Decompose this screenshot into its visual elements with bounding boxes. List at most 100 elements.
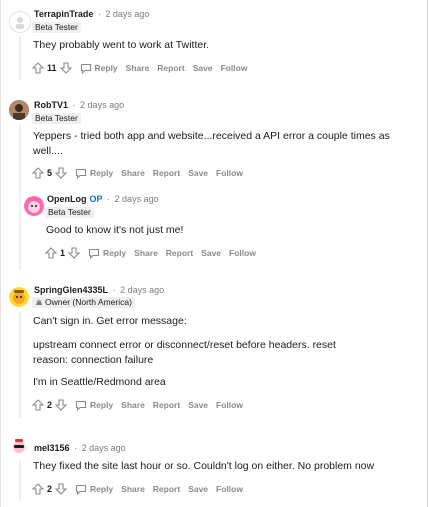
share-button[interactable]: Share [134,248,158,258]
downvote-button[interactable] [55,399,68,411]
comment-text: upstream connect error or disconnect/res… [33,339,336,366]
chat-bubble-icon [80,63,91,74]
thread-line[interactable] [19,36,21,80]
comment-meta: TerrapinTrade · 2 days ago [34,9,149,20]
downvote-button[interactable] [59,62,72,74]
comment-meta: RobTV1 · 2 days ago [34,100,124,111]
reply-button[interactable]: Reply [75,400,113,411]
author-name[interactable]: TerrapinTrade [34,9,93,19]
follow-button[interactable]: Follow [216,168,243,178]
downvote-button[interactable] [68,247,81,259]
separator-dot: · [107,194,111,204]
user-flair: Beta Tester [32,22,81,33]
follow-button[interactable]: Follow [229,248,256,258]
frame-right-border [427,0,428,507]
timestamp[interactable]: 2 days ago [115,194,159,204]
comment-actions: 5 Reply Share Report Save Follow [32,166,243,180]
author-name[interactable]: OpenLog [47,194,87,204]
comment-actions: 2 Reply Share Report Save Follow [32,482,243,496]
user-flair: Owner (North America) [32,297,135,308]
chat-bubble-icon [75,400,87,411]
save-button[interactable]: Save [188,484,208,494]
share-button[interactable]: Share [121,168,145,178]
comment-text: Yeppers - tried both app and website...r… [33,130,390,157]
author-name[interactable]: mel3156 [34,443,70,453]
save-button[interactable]: Save [201,248,221,258]
comment-actions: 11 Reply Share Report Save Follow [32,61,247,75]
upvote-button[interactable] [32,62,44,74]
downvote-button[interactable] [55,167,68,179]
share-button[interactable]: Share [121,400,145,410]
report-button[interactable]: Report [153,484,180,494]
reply-button[interactable]: Reply [75,168,113,179]
reply-label: Reply [94,63,118,73]
follow-button[interactable]: Follow [216,400,243,410]
reply-label: Reply [90,484,114,494]
op-badge: OP [89,194,103,204]
reply-button[interactable]: Reply [80,63,118,74]
report-button[interactable]: Report [153,168,180,178]
owner-badge-icon [35,298,43,306]
comment-meta: OpenLog OP · 2 days ago [47,194,159,205]
save-button[interactable]: Save [188,168,208,178]
avatar[interactable] [24,196,44,216]
vote-count: 11 [47,63,57,73]
reply-label: Reply [90,400,114,410]
timestamp[interactable]: 2 days ago [82,443,126,453]
comment-text: They probably went to work at Twitter. [33,39,210,51]
upvote-button[interactable] [32,167,44,179]
comment-actions: 1 Reply Share Report Save Follow [45,246,256,260]
user-flair: Beta Tester [45,207,94,218]
separator-dot: · [72,100,76,110]
follow-button[interactable]: Follow [216,484,243,494]
reply-button[interactable]: Reply [88,248,126,259]
vote-count: 1 [60,248,66,258]
reply-label: Reply [90,168,114,178]
comment-text: They fixed the site last hour or so. Cou… [33,460,375,472]
reply-label: Reply [103,248,127,258]
vote-count: 2 [47,400,53,410]
separator-dot: · [74,443,78,453]
comment-meta: mel3156 · 2 days ago [34,443,126,454]
frame-left-border [0,0,1,507]
thread-line[interactable] [19,312,21,418]
follow-button[interactable]: Follow [221,63,248,73]
thread-line[interactable] [19,125,21,270]
timestamp[interactable]: 2 days ago [120,285,164,295]
report-button[interactable]: Report [157,63,184,73]
upvote-button[interactable] [32,399,44,411]
separator-dot: · [97,9,101,19]
timestamp[interactable]: 2 days ago [105,9,149,19]
flair-label: Owner (North America) [45,297,132,307]
upvote-button[interactable] [32,483,44,495]
avatar[interactable] [9,436,29,456]
timestamp[interactable]: 2 days ago [80,100,124,110]
vote-count: 2 [47,484,53,494]
chat-bubble-icon [88,248,100,259]
chat-bubble-icon [75,484,87,495]
share-button[interactable]: Share [121,484,145,494]
avatar[interactable] [9,11,31,33]
report-button[interactable]: Report [166,248,193,258]
downvote-button[interactable] [55,483,68,495]
comment-actions: 2 Reply Share Report Save Follow [32,398,243,412]
upvote-button[interactable] [45,247,57,259]
avatar[interactable] [9,100,29,120]
thread-line[interactable] [19,461,21,501]
author-name[interactable]: RobTV1 [34,100,68,110]
comment-text: Good to know it's not just me! [46,224,184,236]
vote-count: 5 [47,168,53,178]
comment-text: Can't sign in. Get error message: [33,315,187,327]
user-flair: Beta Tester [32,113,81,124]
save-button[interactable]: Save [188,400,208,410]
avatar[interactable] [9,287,29,307]
save-button[interactable]: Save [193,63,213,73]
author-name[interactable]: SpringGlen4335L [34,285,108,295]
separator-dot: · [112,285,116,295]
comment-meta: SpringGlen4335L · 2 days ago [34,285,164,296]
reply-button[interactable]: Reply [75,484,113,495]
report-button[interactable]: Report [153,400,180,410]
comment-text: I'm in Seattle/Redmond area [33,376,166,388]
chat-bubble-icon [75,168,87,179]
share-button[interactable]: Share [126,63,150,73]
